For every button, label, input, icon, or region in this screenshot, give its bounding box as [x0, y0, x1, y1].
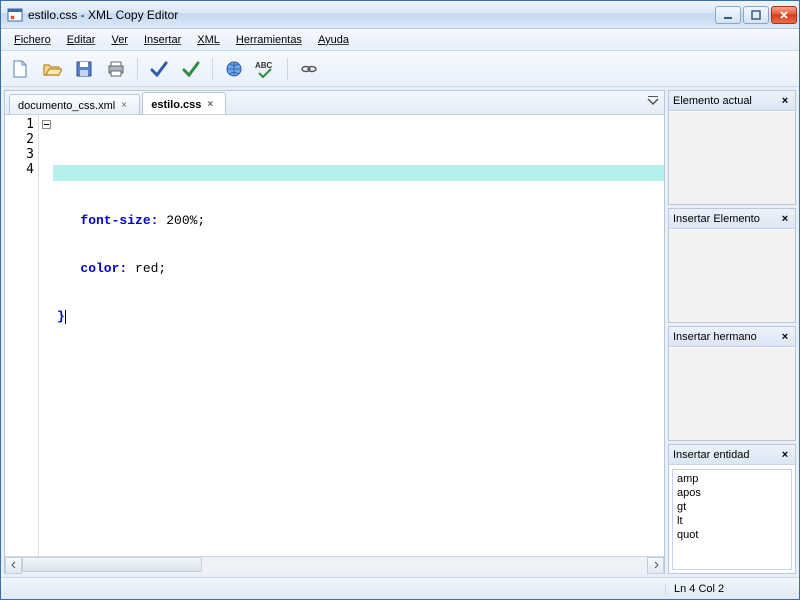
toolbar: ABC [1, 51, 799, 87]
entity-item[interactable]: amp [675, 472, 789, 486]
tab-label: estilo.css [151, 99, 201, 111]
entity-item[interactable]: lt [675, 514, 789, 528]
entity-list[interactable]: amp apos gt lt quot [672, 469, 792, 570]
panel-body [669, 347, 795, 440]
panel-insert-sibling: Insertar hermano × [668, 326, 796, 441]
entity-item[interactable]: apos [675, 486, 789, 500]
link-button[interactable] [296, 56, 322, 82]
line-gutter: 1 2 3 4 [5, 115, 39, 556]
tabstrip: documento_css.xml × estilo.css × [5, 91, 664, 115]
menu-insertar[interactable]: Insertar [137, 32, 188, 48]
text-cursor [65, 310, 66, 324]
code-area[interactable]: ejemplo { font-size: 200%; color: red; } [53, 115, 664, 556]
minimize-button[interactable] [715, 6, 741, 24]
scroll-track[interactable] [22, 557, 647, 574]
line-number: 2 [5, 132, 34, 147]
tab-label: documento_css.xml [18, 100, 115, 112]
line-number: 4 [5, 162, 34, 177]
menu-ayuda[interactable]: Ayuda [311, 32, 356, 48]
panel-close-icon[interactable]: × [779, 449, 791, 461]
fold-toggle-icon[interactable] [42, 120, 51, 129]
browser-button[interactable] [221, 56, 247, 82]
code-value: 200%; [158, 213, 205, 228]
tab-close-icon[interactable]: × [207, 100, 217, 110]
save-button[interactable] [71, 56, 97, 82]
check-green-button[interactable] [178, 56, 204, 82]
tabs-overflow-button[interactable] [646, 94, 660, 108]
menu-fichero[interactable]: Fichero [7, 32, 58, 48]
open-file-button[interactable] [39, 56, 65, 82]
statusbar: Ln 4 Col 2 [1, 577, 799, 599]
panel-title: Insertar Elemento [673, 213, 779, 225]
scroll-left-button[interactable] [5, 557, 22, 574]
code-brace: } [57, 309, 65, 324]
new-file-button[interactable] [7, 56, 33, 82]
toolbar-separator [137, 58, 138, 80]
toolbar-separator [287, 58, 288, 80]
spellcheck-button[interactable]: ABC [253, 56, 279, 82]
panel-insert-element: Insertar Elemento × [668, 208, 796, 323]
toolbar-separator [212, 58, 213, 80]
current-line-highlight [53, 165, 664, 181]
print-button[interactable] [103, 56, 129, 82]
panel-body: amp apos gt lt quot [669, 465, 795, 573]
entity-item[interactable]: quot [675, 528, 789, 542]
scroll-right-button[interactable] [647, 557, 664, 574]
code-value: red; [127, 261, 166, 276]
panel-current-element: Elemento actual × [668, 90, 796, 205]
close-button[interactable] [771, 6, 797, 24]
window-title: estilo.css - XML Copy Editor [28, 8, 715, 22]
panel-close-icon[interactable]: × [779, 213, 791, 225]
horizontal-scrollbar[interactable] [5, 556, 664, 573]
panel-body [669, 229, 795, 322]
tab-close-icon[interactable]: × [121, 101, 131, 111]
editor[interactable]: 1 2 3 4 ejemplo { font-size: 200%; color… [5, 115, 664, 556]
scroll-thumb[interactable] [22, 557, 202, 572]
line-number: 3 [5, 147, 34, 162]
line-number: 1 [5, 117, 34, 132]
panel-close-icon[interactable]: × [779, 331, 791, 343]
code-property: font-size: [80, 213, 158, 228]
maximize-button[interactable] [743, 6, 769, 24]
menu-ver[interactable]: Ver [104, 32, 135, 48]
tab-estilo-css[interactable]: estilo.css × [142, 92, 226, 114]
menubar: Fichero Editar Ver Insertar XML Herramie… [1, 29, 799, 51]
panel-title: Elemento actual [673, 95, 779, 107]
code-property: color: [80, 261, 127, 276]
titlebar: estilo.css - XML Copy Editor [1, 1, 799, 29]
entity-item[interactable]: gt [675, 500, 789, 514]
svg-text:ABC: ABC [255, 61, 273, 70]
menu-xml[interactable]: XML [190, 32, 227, 48]
fold-column [39, 115, 53, 556]
status-cursor-position: Ln 4 Col 2 [665, 583, 793, 595]
panel-title: Insertar entidad [673, 449, 779, 461]
panel-insert-entity: Insertar entidad × amp apos gt lt quot [668, 444, 796, 574]
menu-editar[interactable]: Editar [60, 32, 103, 48]
check-blue-button[interactable] [146, 56, 172, 82]
tab-documento-css-xml[interactable]: documento_css.xml × [9, 94, 140, 114]
panel-title: Insertar hermano [673, 331, 779, 343]
app-icon [7, 7, 23, 23]
menu-herramientas[interactable]: Herramientas [229, 32, 309, 48]
panel-close-icon[interactable]: × [779, 95, 791, 107]
panel-body [669, 111, 795, 204]
